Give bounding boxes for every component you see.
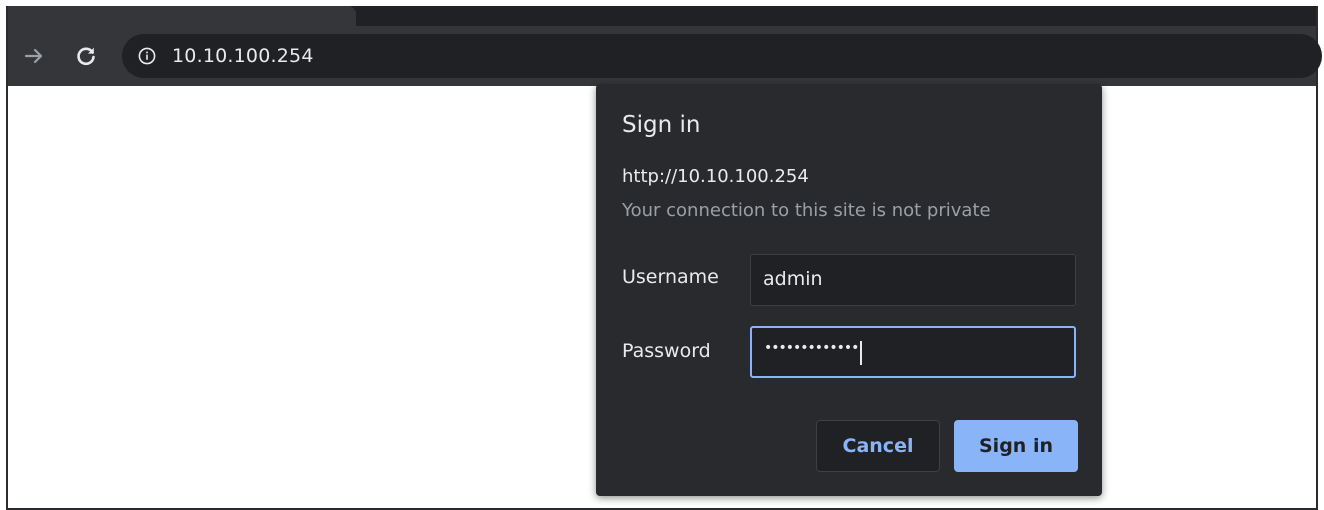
username-field[interactable]: admin xyxy=(750,254,1076,306)
tab-strip-background xyxy=(356,6,1316,26)
dialog-warning: Your connection to this site is not priv… xyxy=(622,200,991,221)
tab-strip xyxy=(8,6,1316,26)
reload-icon xyxy=(77,47,95,66)
address-bar-url[interactable]: 10.10.100.254 xyxy=(172,45,314,67)
cancel-button[interactable]: Cancel xyxy=(816,420,940,472)
sign-in-button[interactable]: Sign in xyxy=(954,420,1078,472)
password-masked-value: ••••••••••••• xyxy=(764,340,859,356)
password-field[interactable]: ••••••••••••• xyxy=(750,326,1076,378)
forward-button[interactable] xyxy=(20,42,48,70)
browser-toolbar: 10.10.100.254 xyxy=(8,26,1322,86)
password-label: Password xyxy=(622,340,711,362)
text-caret xyxy=(860,341,862,365)
arrow-right-icon xyxy=(24,48,43,64)
active-tab[interactable] xyxy=(8,6,356,26)
http-auth-dialog: Sign in http://10.10.100.254 Your connec… xyxy=(596,84,1102,496)
address-bar[interactable]: 10.10.100.254 xyxy=(122,34,1322,78)
dialog-origin: http://10.10.100.254 xyxy=(622,166,809,187)
reload-button[interactable] xyxy=(72,42,100,70)
dialog-title: Sign in xyxy=(622,112,701,138)
info-icon[interactable] xyxy=(138,47,156,65)
username-label: Username xyxy=(622,266,719,288)
username-value: admin xyxy=(763,268,823,290)
